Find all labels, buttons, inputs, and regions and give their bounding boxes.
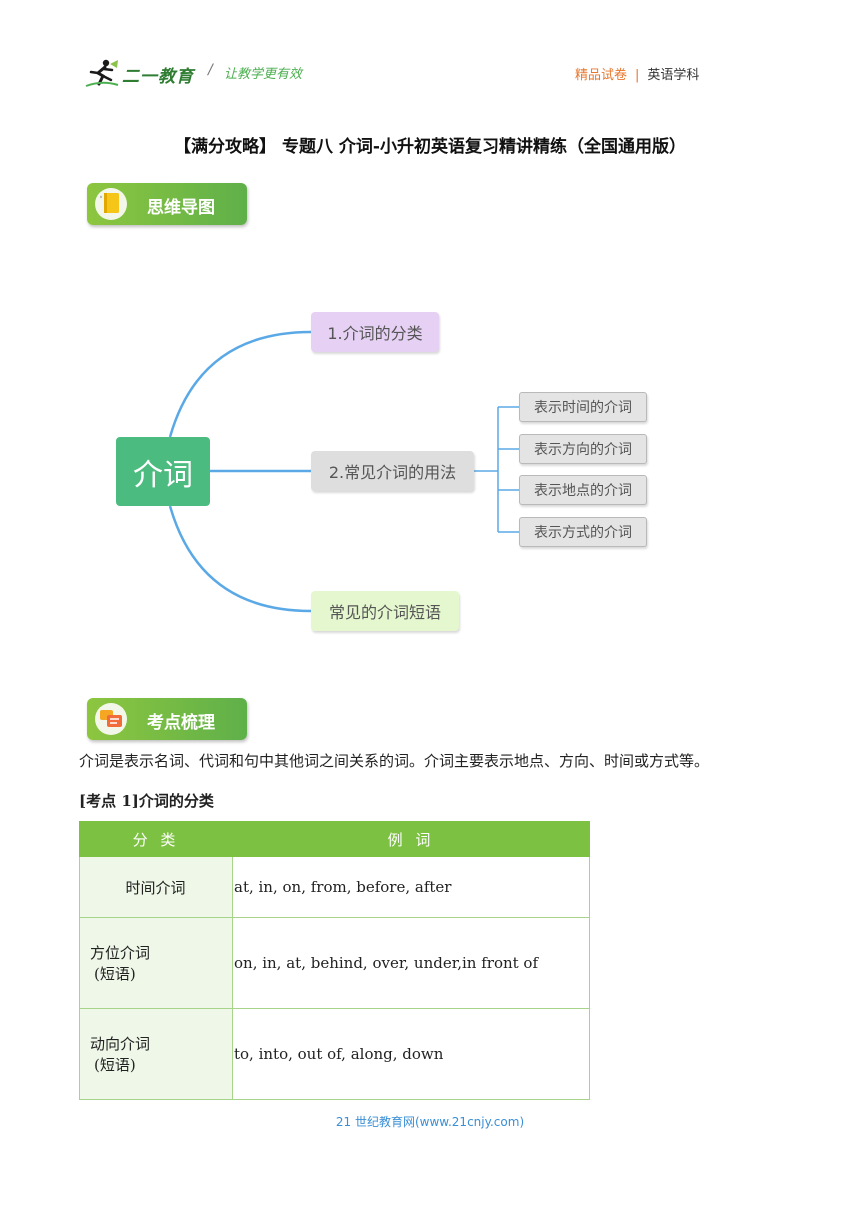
footer-source: 21 世纪教育网(www.21cnjy.com) — [335, 1115, 525, 1129]
table-header-category: 分 类 — [79, 821, 233, 857]
table-cell-category: 动向介词 (短语) — [79, 1008, 233, 1100]
table-row: 方位介词 (短语) on, in, at, behind, over, unde… — [79, 917, 590, 1009]
mindmap-node-phrases: 常见的介词短语 — [311, 591, 459, 631]
mindmap-node-time: 表示时间的介词 — [519, 392, 647, 422]
mindmap-node-place: 表示地点的介词 — [519, 475, 647, 505]
category-text: 方位介词 — [90, 944, 151, 962]
mindmap-node-usage: 2.常见介词的用法 — [311, 451, 474, 491]
chat-bubbles-icon — [95, 703, 127, 735]
points-banner: 考点梳理 — [87, 698, 247, 740]
mindmap-node-manner: 表示方式的介词 — [519, 517, 647, 547]
category-text: 动向介词 — [90, 1035, 151, 1053]
table-cell-examples: on, in, at, behind, over, under,in front… — [232, 917, 590, 1009]
table-cell-category: 方位介词 (短语) — [79, 917, 233, 1009]
kaodian-1-title: [考点 1]介词的分类 — [79, 792, 214, 810]
table-header-row: 分 类 例 词 — [79, 821, 590, 857]
table-cell-category: 时间介词 — [79, 856, 233, 918]
table-cell-examples: at, in, on, from, before, after — [232, 856, 590, 918]
category-text: 时间介词 — [125, 878, 186, 897]
table-header-examples: 例 词 — [232, 821, 590, 857]
intro-paragraph: 介词是表示名词、代词和句中其他词之间关系的词。介词主要表示地点、方向、时间或方式… — [79, 752, 710, 770]
category-note: (短语) — [94, 1056, 136, 1074]
points-banner-label: 考点梳理 — [147, 713, 215, 733]
mindmap-node-direction: 表示方向的介词 — [519, 434, 647, 464]
category-note: (短语) — [94, 965, 136, 983]
table-row: 动向介词 (短语) to, into, out of, along, down — [79, 1008, 590, 1100]
mindmap-node-classification: 1.介词的分类 — [311, 312, 439, 352]
table-cell-examples: to, into, out of, along, down — [232, 1008, 590, 1100]
table-row: 时间介词 at, in, on, from, before, after — [79, 856, 590, 918]
classification-table: 分 类 例 词 时间介词 at, in, on, from, before, a… — [79, 821, 590, 1100]
mindmap-root-node: 介词 — [116, 437, 210, 506]
